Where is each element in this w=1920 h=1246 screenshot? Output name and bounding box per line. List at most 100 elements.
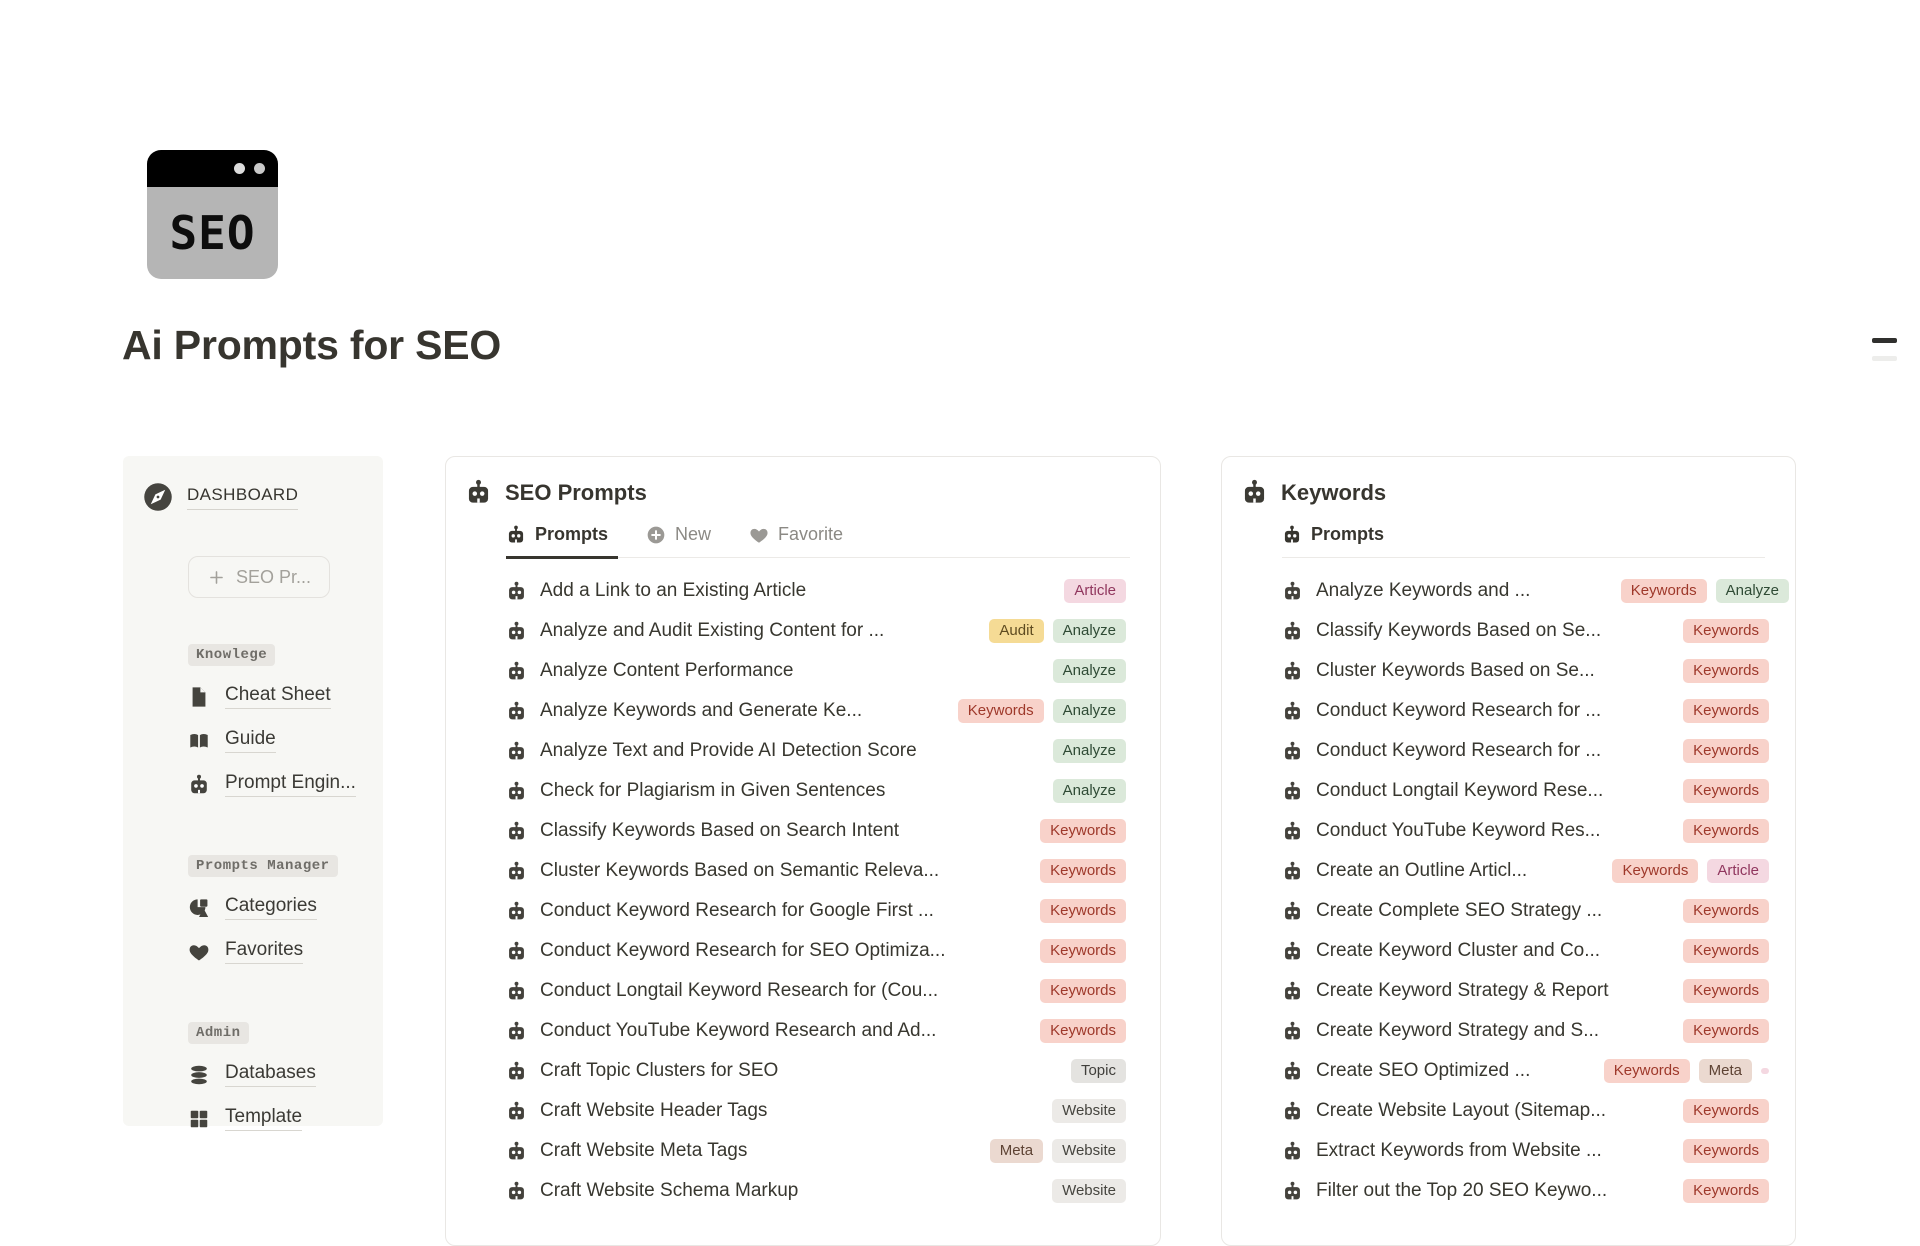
prompt-row[interactable]: Create SEO Optimized ...KeywordsMeta (1282, 1051, 1769, 1091)
prompt-title[interactable]: Cluster Keywords Based on Se... (1316, 660, 1595, 682)
prompt-title[interactable]: Classify Keywords Based on Se... (1316, 620, 1601, 642)
sidebar-item-label[interactable]: Databases (225, 1062, 316, 1087)
prompt-row[interactable]: Extract Keywords from Website ...Keyword… (1282, 1131, 1769, 1171)
prompt-row[interactable]: Conduct Longtail Keyword Research for (C… (506, 971, 1126, 1011)
section-badge: Prompts Manager (188, 855, 338, 877)
sidebar-item-favorites[interactable]: Favorites (188, 939, 363, 964)
tab-prompts[interactable]: Prompts (506, 516, 618, 559)
prompt-row[interactable]: Conduct YouTube Keyword Research and Ad.… (506, 1011, 1126, 1051)
prompt-row[interactable]: Create Keyword Strategy & ReportKeywords (1282, 971, 1769, 1011)
heart-icon (188, 941, 210, 963)
sidebar-item-label[interactable]: Template (225, 1106, 302, 1131)
prompt-row[interactable]: Conduct Keyword Research for ...Keywords (1282, 731, 1769, 771)
prompt-title[interactable]: Create an Outline Articl... (1316, 860, 1527, 882)
prompt-title[interactable]: Cluster Keywords Based on Semantic Relev… (540, 860, 939, 882)
robot-icon (1282, 901, 1303, 922)
sidebar-body: SEO Pr... KnowlegeCheat SheetGuidePrompt… (188, 512, 363, 1131)
new-seo-prompt-button[interactable]: SEO Pr... (188, 556, 330, 598)
tab-new[interactable]: New (646, 516, 721, 559)
view-tabs: Prompts New Favorite (506, 516, 1130, 558)
tag-list: Keywords (1040, 979, 1126, 1004)
prompt-title[interactable]: Conduct Keyword Research for Google Firs… (540, 900, 934, 922)
sidebar-item-label[interactable]: Prompt Engin... (225, 772, 356, 797)
prompt-title[interactable]: Add a Link to an Existing Article (540, 580, 806, 602)
robot-icon (1282, 1181, 1303, 1202)
sidebar-item-label[interactable]: Guide (225, 728, 276, 753)
robot-icon (1282, 661, 1303, 682)
prompt-row[interactable]: Analyze Keywords and ...KeywordsAnalyze (1282, 571, 1769, 611)
prompt-title[interactable]: Check for Plagiarism in Given Sentences (540, 780, 885, 802)
prompt-title[interactable]: Extract Keywords from Website ... (1316, 1140, 1602, 1162)
prompt-title[interactable]: Analyze Keywords and Generate Ke... (540, 700, 862, 722)
tag-list: Keywords (1683, 899, 1769, 924)
tag-keywords: Keywords (1683, 779, 1769, 804)
tag-analyze: Analyze (1053, 619, 1126, 644)
prompt-title[interactable]: Classify Keywords Based on Search Intent (540, 820, 899, 842)
prompt-row[interactable]: Craft Website Meta TagsMetaWebsite (506, 1131, 1126, 1171)
sidebar-item-databases[interactable]: Databases (188, 1062, 363, 1087)
prompt-title[interactable]: Craft Website Meta Tags (540, 1140, 747, 1162)
prompt-title[interactable]: Create Keyword Strategy & Report (1316, 980, 1609, 1002)
sidebar-item-categories[interactable]: Categories (188, 895, 363, 920)
prompt-title[interactable]: Create Complete SEO Strategy ... (1316, 900, 1602, 922)
prompt-row[interactable]: Conduct Longtail Keyword Rese... Keywords (1282, 771, 1769, 811)
prompt-title[interactable]: Craft Website Header Tags (540, 1100, 767, 1122)
prompt-row[interactable]: Filter out the Top 20 SEO Keywo...Keywor… (1282, 1171, 1769, 1211)
prompt-title[interactable]: Create SEO Optimized ... (1316, 1060, 1530, 1082)
minimize-dash-icon[interactable] (1872, 338, 1897, 343)
sidebar-item-template[interactable]: Template (188, 1106, 363, 1131)
prompt-row[interactable]: Craft Topic Clusters for SEOTopic (506, 1051, 1126, 1091)
prompt-title[interactable]: Analyze Content Performance (540, 660, 793, 682)
prompt-row[interactable]: Create an Outline Articl...KeywordsArtic… (1282, 851, 1769, 891)
prompt-row[interactable]: Analyze Content PerformanceAnalyze (506, 651, 1126, 691)
tab-prompts[interactable]: Prompts (1282, 516, 1394, 559)
prompt-title[interactable]: Create Website Layout (Sitemap... (1316, 1100, 1606, 1122)
prompt-row[interactable]: Analyze Keywords and Generate Ke...Keywo… (506, 691, 1126, 731)
prompt-row[interactable]: Craft Website Schema MarkupWebsite (506, 1171, 1126, 1211)
prompt-row[interactable]: Add a Link to an Existing ArticleArticle (506, 571, 1126, 611)
prompt-row[interactable]: Conduct Keyword Research for ...Keywords (1282, 691, 1769, 731)
prompt-row[interactable]: Conduct YouTube Keyword Res...Keywords (1282, 811, 1769, 851)
prompt-title[interactable]: Conduct Longtail Keyword Research for (C… (540, 980, 938, 1002)
prompt-row[interactable]: Craft Website Header TagsWebsite (506, 1091, 1126, 1131)
prompt-title[interactable]: Conduct Longtail Keyword Rese... (1316, 780, 1603, 802)
sidebar-item-guide[interactable]: Guide (188, 728, 363, 753)
prompt-row[interactable]: Create Keyword Strategy and S...Keywords (1282, 1011, 1769, 1051)
prompt-title[interactable]: Analyze Keywords and ... (1316, 580, 1530, 602)
tag-keywords: Keywords (1683, 1179, 1769, 1204)
sidebar-item-label[interactable]: Categories (225, 895, 317, 920)
prompt-title[interactable]: Analyze and Audit Existing Content for .… (540, 620, 884, 642)
prompt-row[interactable]: Create Keyword Cluster and Co...Keywords (1282, 931, 1769, 971)
prompt-title[interactable]: Craft Topic Clusters for SEO (540, 1060, 778, 1082)
prompt-title[interactable]: Conduct YouTube Keyword Res... (1316, 820, 1600, 842)
sidebar-header-label[interactable]: DASHBOARD (187, 485, 298, 510)
prompt-title[interactable]: Create Keyword Cluster and Co... (1316, 940, 1600, 962)
prompt-row[interactable]: Analyze and Audit Existing Content for .… (506, 611, 1126, 651)
prompt-row[interactable]: Conduct Keyword Research for SEO Optimiz… (506, 931, 1126, 971)
database-icon (188, 1064, 210, 1086)
prompt-title[interactable]: Create Keyword Strategy and S... (1316, 1020, 1599, 1042)
prompt-title[interactable]: Conduct Keyword Research for SEO Optimiz… (540, 940, 946, 962)
tag-keywords: Keywords (1040, 979, 1126, 1004)
prompt-row[interactable]: Create Website Layout (Sitemap...Keyword… (1282, 1091, 1769, 1131)
prompt-title[interactable]: Conduct Keyword Research for ... (1316, 700, 1601, 722)
prompt-row[interactable]: Check for Plagiarism in Given SentencesA… (506, 771, 1126, 811)
prompt-row[interactable]: Classify Keywords Based on Search Intent… (506, 811, 1126, 851)
prompt-row[interactable]: Conduct Keyword Research for Google Firs… (506, 891, 1126, 931)
prompt-title[interactable]: Conduct Keyword Research for ... (1316, 740, 1601, 762)
prompt-row[interactable]: Analyze Text and Provide AI Detection Sc… (506, 731, 1126, 771)
prompt-row[interactable]: Classify Keywords Based on Se...Keywords (1282, 611, 1769, 651)
sidebar-item-cheat-sheet[interactable]: Cheat Sheet (188, 684, 363, 709)
sidebar-item-label[interactable]: Favorites (225, 939, 303, 964)
tab-favorite[interactable]: Favorite (749, 516, 853, 559)
prompt-title[interactable]: Conduct YouTube Keyword Research and Ad.… (540, 1020, 936, 1042)
sidebar-item-prompt-engin[interactable]: Prompt Engin... (188, 772, 363, 797)
robot-icon (1282, 1141, 1303, 1162)
prompt-title[interactable]: Analyze Text and Provide AI Detection Sc… (540, 740, 917, 762)
sidebar-item-label[interactable]: Cheat Sheet (225, 684, 331, 709)
prompt-row[interactable]: Create Complete SEO Strategy ... Keywords (1282, 891, 1769, 931)
keywords-card: Keywords Prompts Analyze Keywords and ..… (1221, 456, 1796, 1246)
prompt-row[interactable]: Cluster Keywords Based on Se...Keywords (1282, 651, 1769, 691)
sidebar-header[interactable]: DASHBOARD (143, 482, 363, 512)
prompt-row[interactable]: Cluster Keywords Based on Semantic Relev… (506, 851, 1126, 891)
